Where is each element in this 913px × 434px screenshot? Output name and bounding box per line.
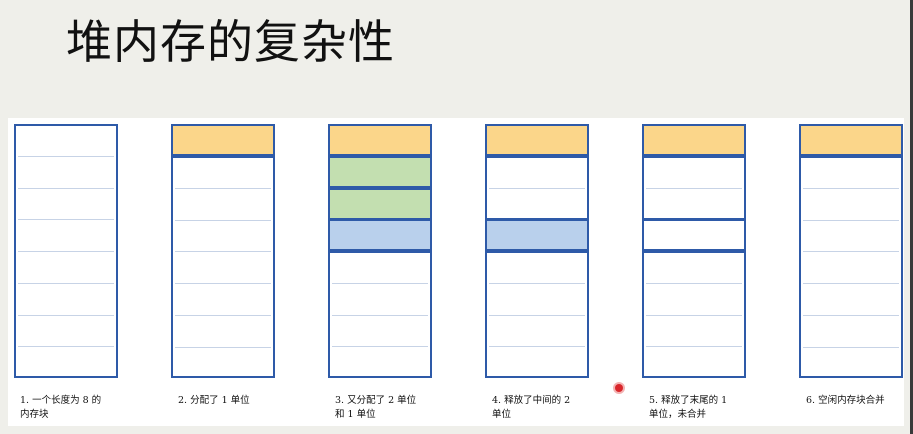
slot-divider xyxy=(18,156,114,157)
memory-block-white xyxy=(14,124,118,378)
memory-column-5 xyxy=(642,124,746,378)
caption-step-5: 5. 释放了末尾的 1 单位，未合并 xyxy=(649,395,728,420)
caption-step-3: 3. 又分配了 2 单位和 1 单位 xyxy=(335,395,417,420)
slot-divider xyxy=(175,315,271,316)
memory-block-white xyxy=(171,156,275,378)
slot-divider xyxy=(489,188,585,189)
slot-divider xyxy=(803,188,899,189)
memory-column-2 xyxy=(171,124,275,378)
memory-block-white xyxy=(642,251,746,378)
memory-block-blue xyxy=(485,219,589,251)
caption-step-6: 6. 空闲内存块合并 xyxy=(806,395,885,406)
memory-block-yellow xyxy=(171,124,275,156)
slot-divider xyxy=(489,315,585,316)
slot-divider xyxy=(18,251,114,252)
memory-block-yellow xyxy=(485,124,589,156)
slot-divider xyxy=(332,346,428,347)
memory-block-blue xyxy=(328,219,432,251)
slot-divider xyxy=(175,283,271,284)
slot-divider xyxy=(489,283,585,284)
memory-block-yellow xyxy=(328,124,432,156)
slot-divider xyxy=(646,315,742,316)
laser-pointer-dot xyxy=(615,384,623,392)
slot-divider xyxy=(175,188,271,189)
slot-divider xyxy=(175,220,271,221)
slot-divider xyxy=(332,283,428,284)
slot-divider xyxy=(332,315,428,316)
slot-divider xyxy=(803,315,899,316)
slot-divider xyxy=(646,188,742,189)
memory-block-white xyxy=(642,219,746,251)
memory-block-green xyxy=(328,188,432,220)
slot-divider xyxy=(18,283,114,284)
caption-step-1: 1. 一个长度为 8 的内存块 xyxy=(20,395,102,420)
slot-divider xyxy=(646,346,742,347)
slide: 堆内存的复杂性 xyxy=(0,0,910,434)
memory-column-1 xyxy=(14,124,118,378)
memory-column-6 xyxy=(799,124,903,378)
slot-divider xyxy=(175,251,271,252)
memory-column-3 xyxy=(328,124,432,378)
slot-divider xyxy=(803,251,899,252)
slot-divider xyxy=(18,219,114,220)
memory-block-yellow xyxy=(799,124,903,156)
slide-title: 堆内存的复杂性 xyxy=(66,15,395,69)
slot-divider xyxy=(18,188,114,189)
memory-block-white xyxy=(328,251,432,378)
slot-divider xyxy=(803,283,899,284)
slot-divider xyxy=(803,347,899,348)
slot-divider xyxy=(175,347,271,348)
slot-divider xyxy=(646,283,742,284)
memory-block-white xyxy=(642,156,746,220)
slot-divider xyxy=(489,346,585,347)
memory-column-4 xyxy=(485,124,589,378)
memory-block-yellow xyxy=(642,124,746,156)
caption-step-4: 4. 释放了中间的 2 单位 xyxy=(492,395,571,420)
diagram-panel xyxy=(8,118,904,426)
memory-block-white xyxy=(799,156,903,378)
slot-divider xyxy=(18,346,114,347)
memory-block-white xyxy=(485,156,589,220)
slot-divider xyxy=(18,315,114,316)
memory-block-green xyxy=(328,156,432,188)
caption-step-2: 2. 分配了 1 单位 xyxy=(178,395,250,406)
slot-divider xyxy=(803,220,899,221)
memory-block-white xyxy=(485,251,589,378)
